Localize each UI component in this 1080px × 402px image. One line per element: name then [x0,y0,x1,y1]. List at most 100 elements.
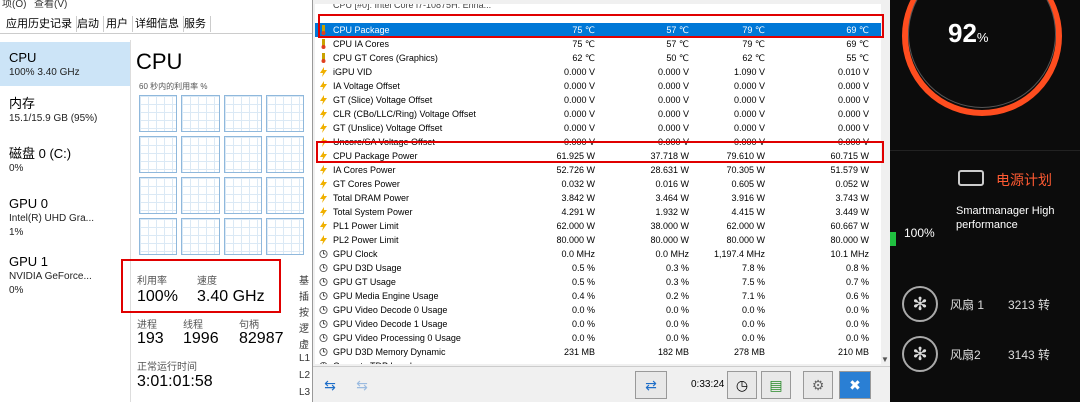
sensor-row[interactable]: GT (Slice) Voltage Offset 0.000 V 0.000 V 0… [315,93,881,107]
core-graph [265,218,304,255]
sensor-minimum: 0.000 V [657,81,689,91]
core-graph [265,136,304,173]
close-icon[interactable]: ✖ [839,371,871,399]
cpu-utilization-graphs [139,95,304,255]
sensor-name: PL2 Power Limit [333,235,399,245]
highlight-box-package-power [316,141,884,163]
sensor-row[interactable]: GPU Video Decode 1 Usage 0.0 % 0.0 % 0.0 % 0… [315,317,881,331]
fan-icon: ✻ [902,336,938,372]
power-plan-name[interactable]: Smartmanager High performance [956,204,1076,232]
sensor-maximum: 3.916 W [731,193,765,203]
percent-sign: % [976,30,989,45]
sidebar-item-memory[interactable]: 内存 15.1/15.9 GB (95%) [0,96,130,136]
sensor-average: 0.052 W [835,179,869,189]
sensor-maximum: 79 ℃ [742,39,765,49]
sensor-name: GPU Video Decode 0 Usage [333,305,448,315]
sensor-average: 10.1 MHz [830,249,869,259]
sensor-row[interactable]: iGPU VID 0.000 V 0.000 V 1.090 V 0.010 V [315,65,881,79]
sensor-row[interactable]: GPU Clock 0.0 MHz 0.0 MHz 1,197.4 MHz 10.1 M… [315,247,881,261]
lightning-icon [319,235,328,245]
sidebar-item-detail: 0% [9,163,24,174]
sensor-minimum: 182 MB [657,347,689,357]
sensor-name: CPU IA Cores [333,39,390,49]
sensor-current: 62.000 W [556,221,595,231]
sensor-minimum: 38.000 W [650,221,689,231]
sensor-name: PL1 Power Limit [333,221,399,231]
cpu-detail-pane: CPU 60 秒内的利用率 % 利用率 100% 速度 3.40 GHz 进程 … [130,40,312,402]
sensor-row[interactable]: GT Cores Power 0.032 W 0.016 W 0.605 W 0.052… [315,177,881,191]
clipped-label: 基 [299,276,309,287]
sensor-current: 0.4 % [571,291,595,301]
sensor-group-label: CPU [#0]: Intel Core i7-10875H: Enha... [333,4,492,10]
clock-icon [319,263,328,273]
sensor-current: 0.0 % [571,333,595,343]
clock-icon [319,319,328,329]
sensor-row[interactable]: CPU GT Cores (Graphics) 62 ℃ 50 ℃ 62 ℃ 55 ℃ [315,51,881,65]
clock-icon [319,277,328,287]
sensor-group-header[interactable]: CPU [#0]: Intel Core i7-10875H: Enha... [315,4,881,12]
tab-users[interactable]: 用户 [102,16,133,32]
sensor-list-scrollbar[interactable]: ▼ [881,4,889,364]
sidebar-item-detail: 100% 3.40 GHz [9,67,80,78]
sensor-row[interactable]: Total DRAM Power 3.842 W 3.464 W 3.916 W 3.7… [315,191,881,205]
sensor-row[interactable]: CPU IA Cores 75 ℃ 57 ℃ 79 ℃ 69 ℃ [315,37,881,51]
sensor-maximum: 70.305 W [726,165,765,175]
menu-options[interactable]: 项(O) [2,0,26,9]
sensor-average: 0.000 V [837,123,869,133]
settings-gear-icon[interactable]: ⚙ [803,371,833,399]
sidebar-item-cpu[interactable]: CPU 100% 3.40 GHz [0,42,130,86]
sensor-row[interactable]: GPU Video Processing 0 Usage 0.0 % 0.0 % 0.… [315,331,881,345]
report-icon[interactable]: ▤ [761,371,791,399]
sensor-row[interactable]: IA Voltage Offset 0.000 V 0.000 V 0.000 V 0.… [315,79,881,93]
sensor-row[interactable]: PL1 Power Limit 62.000 W 38.000 W 62.000 W 6… [315,219,881,233]
sensor-row[interactable]: IA Cores Power 52.726 W 28.631 W 70.305 W 51… [315,163,881,177]
sensor-row[interactable]: PL2 Power Limit 80.000 W 80.000 W 80.000 W 8… [315,233,881,247]
lightning-icon [319,67,328,77]
sensor-row[interactable]: CLR (CBo/LLC/Ring) Voltage Offset 0.000 V… [315,107,881,121]
sensor-name: GPU D3D Memory Dynamic [333,347,446,357]
tab-details[interactable]: 详细信息 [131,16,184,32]
sensor-row[interactable]: GPU GT Usage 0.5 % 0.3 % 7.5 % 0.7 % [315,275,881,289]
sensor-maximum: 62 ℃ [742,53,765,63]
task-manager-window: 项(O) 查看(V) 应用历史记录 启动 用户 详细信息 服务 CPU 100%… [0,0,312,402]
menu-view[interactable]: 查看(V) [34,0,67,9]
tab-app-history[interactable]: 应用历史记录 [2,16,77,32]
tab-startup[interactable]: 启动 [73,16,104,32]
sensor-maximum: 7.5 % [741,277,765,287]
scroll-down-arrow-icon[interactable]: ▼ [881,355,889,364]
sidebar-item-gpu0[interactable]: GPU 0 Intel(R) UHD Gra... 1% [0,196,130,244]
sidebar-item-gpu1[interactable]: GPU 1 NVIDIA GeForce... 0% [0,254,130,302]
sensor-row[interactable]: GPU Video Decode 0 Usage 0.0 % 0.0 % 0.0 % 0… [315,303,881,317]
sensor-name: IA Cores Power [333,165,396,175]
network-icon[interactable]: ⇄ [635,371,667,399]
sidebar-item-percent: 1% [9,227,24,238]
sidebar-item-disk[interactable]: 磁盘 0 (C:) 0% [0,146,130,186]
core-graph [265,95,304,132]
sensor-row[interactable]: GPU Media Engine Usage 0.4 % 0.2 % 7.1 % 0.6… [315,289,881,303]
sensor-average: 0.000 V [837,81,869,91]
navigate-left-right-icon[interactable]: ⇆ [315,371,345,399]
sensor-row[interactable]: GT (Unslice) Voltage Offset 0.000 V 0.000 … [315,121,881,135]
sensor-current: 4.291 W [561,207,595,217]
sensor-average: 0.0 % [845,305,869,315]
sensor-average: 0.8 % [845,263,869,273]
sensor-current: 52.726 W [556,165,595,175]
clock-icon[interactable]: ◷ [727,371,757,399]
divider [890,150,1080,151]
cpu-percent-value: 92 [948,18,977,48]
clipped-label: 按 [299,308,309,319]
sensor-minimum: 57 ℃ [666,39,689,49]
sensor-list: CPU [#0]: Intel Core i7-10875H: Enha... … [315,4,881,364]
sensor-row[interactable]: GPU D3D Memory Dynamic 231 MB 182 MB 278 MB… [315,345,881,359]
sensor-row[interactable]: Total System Power 4.291 W 1.932 W 4.415 W 3… [315,205,881,219]
sensor-current: 80.000 W [556,235,595,245]
sensor-average: 55 ℃ [846,53,869,63]
sensor-row[interactable]: Current cTDP Level [315,359,881,364]
threads-label: 线程 [183,320,203,331]
sensor-row[interactable]: GPU D3D Usage 0.5 % 0.3 % 7.8 % 0.8 % [315,261,881,275]
sensor-maximum: 7.1 % [741,291,765,301]
navigate-secondary-icon[interactable]: ⇆ [347,371,377,399]
tab-services[interactable]: 服务 [180,16,211,32]
sensor-minimum: 0.0 % [665,319,689,329]
sensor-minimum: 0.0 % [665,305,689,315]
